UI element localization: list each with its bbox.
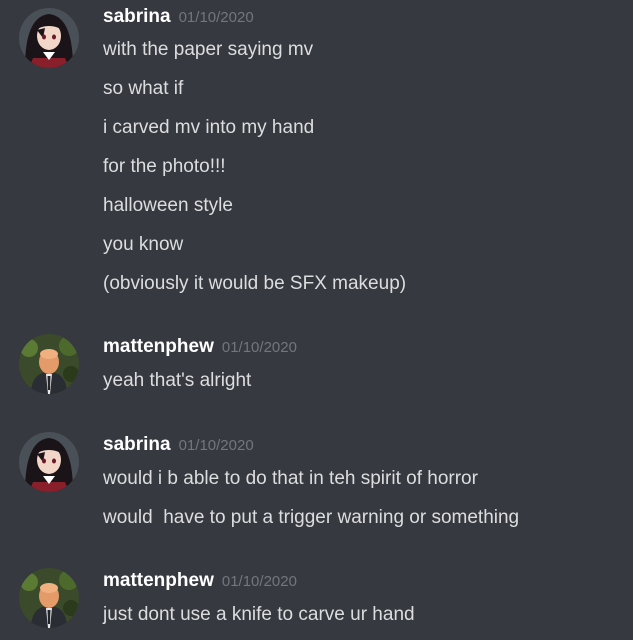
message-text: (obviously it would be SFX makeup) <box>103 273 407 294</box>
message-text: would have to put a trigger warning or s… <box>103 507 520 528</box>
message-text: so what if <box>103 78 184 99</box>
message-text: would i b able to do that in teh spirit … <box>103 468 478 489</box>
timestamp: 01/10/2020 <box>221 573 297 590</box>
avatar[interactable] <box>19 334 79 394</box>
avatar[interactable] <box>19 568 79 628</box>
message-text: you know <box>103 234 184 255</box>
timestamp: 01/10/2020 <box>178 437 254 454</box>
anime-girl-avatar-icon <box>19 8 79 68</box>
message-text: i carved mv into my hand <box>103 117 315 138</box>
avatar[interactable] <box>19 432 79 492</box>
bald-man-suit-avatar-icon <box>19 568 79 628</box>
anime-girl-avatar-icon <box>19 432 79 492</box>
avatar[interactable] <box>19 8 79 68</box>
message-header: sabrina 01/10/2020 <box>103 6 254 30</box>
bald-man-suit-avatar-icon <box>19 334 79 394</box>
message-text: for the photo!!! <box>103 156 226 177</box>
username[interactable]: mattenphew <box>103 570 214 591</box>
timestamp: 01/10/2020 <box>178 9 254 26</box>
message-text: yeah that's alright <box>103 370 252 391</box>
message-header: sabrina 01/10/2020 <box>103 434 254 458</box>
message-header: mattenphew 01/10/2020 <box>103 336 297 360</box>
chat-messages: sabrina 01/10/2020 with the paper saying … <box>0 0 633 640</box>
message-text: with the paper saying mv <box>103 39 314 60</box>
timestamp: 01/10/2020 <box>221 339 297 356</box>
message-text: just dont use a knife to carve ur hand <box>103 604 415 625</box>
username[interactable]: sabrina <box>103 434 171 455</box>
message-text: halloween style <box>103 195 233 216</box>
message-header: mattenphew 01/10/2020 <box>103 570 297 594</box>
username[interactable]: mattenphew <box>103 336 214 357</box>
username[interactable]: sabrina <box>103 6 171 27</box>
